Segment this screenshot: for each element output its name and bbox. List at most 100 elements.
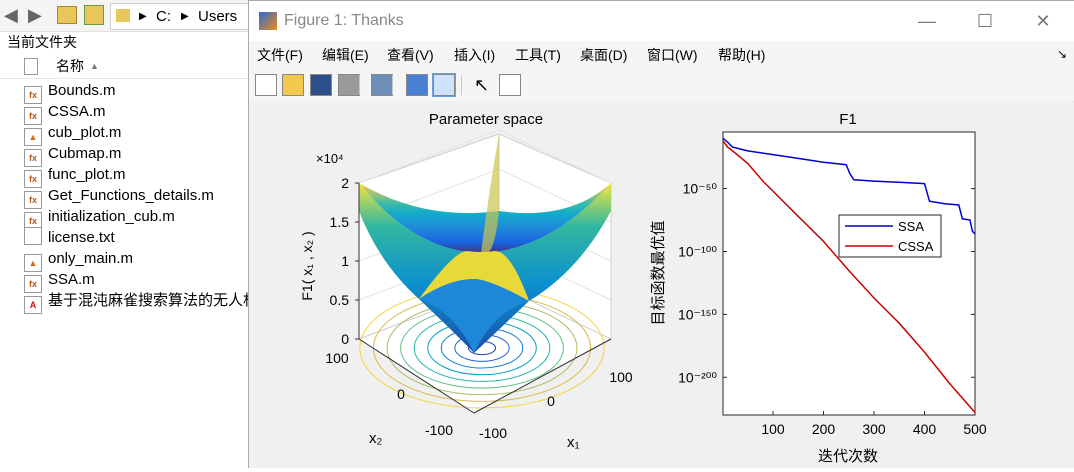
file-list-item[interactable]: fx SSA.m — [24, 269, 95, 293]
open-icon[interactable] — [282, 74, 304, 96]
figure-canvas: Parameter space 0 0.5 1 1.5 2 ×10⁴ F1( x₁ , … — [249, 101, 1073, 467]
x-tick-label: 200 — [812, 421, 836, 437]
x2-axis-label: x₂ — [369, 430, 383, 447]
panel-title: 当前文件夹 — [7, 34, 77, 50]
address-bar[interactable]: ▶ C: ▶ Users — [110, 3, 251, 30]
z-exponent-label: ×10⁴ — [316, 151, 344, 166]
file-list-item[interactable]: fx initialization_cub.m — [24, 206, 175, 230]
z-ticks: 0 0.5 1 1.5 2 — [330, 175, 359, 347]
file-type-column-icon — [24, 58, 38, 75]
file-list-item[interactable]: ▲ cub_plot.m — [24, 122, 121, 146]
convergence-plot: F1 10⁻⁵⁰ 10⁻¹⁰⁰ 10⁻¹⁵⁰ 10⁻²⁰⁰ 100 200 300 400 5… — [650, 111, 987, 465]
pdf-file-icon: A — [24, 296, 42, 314]
file-list-item[interactable]: fx Get_Functions_details.m — [24, 185, 214, 209]
close-icon[interactable]: ✕ — [1015, 1, 1071, 41]
window-title: Figure 1: Thanks — [284, 12, 404, 29]
x2-tick-label: 100 — [325, 350, 349, 366]
link-plot-icon[interactable] — [371, 74, 393, 96]
file-list-item[interactable]: ▲ only_main.m — [24, 248, 133, 272]
current-folder-panel: ◀ ▶ ▶ C: ▶ Users 当前文件夹 名称 ▲ fx Bounds.m fx… — [0, 0, 258, 468]
explorer-toolbar: ◀ ▶ ▶ C: ▶ Users — [0, 0, 251, 32]
path-drive[interactable]: C: — [156, 4, 171, 29]
surface-title: Parameter space — [429, 111, 543, 128]
y-tick-label: 10⁻²⁰⁰ — [678, 369, 717, 385]
plots-svg: Parameter space 0 0.5 1 1.5 2 ×10⁴ F1( x₁ , … — [299, 111, 987, 465]
minimize-icon[interactable]: — — [899, 1, 955, 41]
file-name: SSA.m — [48, 271, 95, 288]
z-axis-label: F1( x₁ , x₂ ) — [299, 231, 315, 300]
legend-label-cssa: CSSA — [898, 239, 934, 254]
line-axes-box — [722, 131, 976, 416]
menu-item[interactable]: 帮助(H) — [718, 41, 765, 69]
z-tick-label: 1.5 — [330, 214, 350, 230]
y-tick-label: 10⁻⁵⁰ — [683, 181, 718, 197]
z-tick-label: 0 — [341, 331, 349, 347]
column-name-label[interactable]: 名称 — [56, 54, 84, 78]
legend-icon[interactable] — [432, 73, 456, 97]
dock-arrow-icon[interactable]: ↘ — [1057, 47, 1067, 61]
surface-plot: Parameter space 0 0.5 1 1.5 2 ×10⁴ F1( x₁ , … — [299, 111, 633, 451]
x1-tick-label: 0 — [547, 393, 555, 409]
menu-item[interactable]: 桌面(D) — [580, 41, 627, 69]
menu-item[interactable]: 文件(F) — [257, 41, 303, 69]
y-tick-label: 10⁻¹⁵⁰ — [678, 306, 717, 322]
z-tick-label: 1 — [341, 253, 349, 269]
file-list-item[interactable]: fx func_plot.m — [24, 164, 126, 188]
y-tick-label: 10⁻¹⁰⁰ — [678, 243, 717, 259]
chevron-right-icon[interactable]: ▶ — [181, 4, 189, 29]
line-title: F1 — [839, 111, 857, 128]
x1-tick-label: -100 — [479, 425, 507, 441]
file-name: 基于混沌麻雀搜索算法的无人机 — [48, 292, 259, 309]
back-arrow-icon[interactable]: ◀ — [4, 0, 18, 31]
sort-ascending-icon[interactable]: ▲ — [90, 54, 99, 78]
z-tick-label: 0.5 — [330, 292, 350, 308]
title-bar: Figure 1: Thanks — ☐ ✕ — [249, 1, 1074, 41]
column-header[interactable]: 名称 ▲ — [0, 54, 250, 79]
x-tick-label: 500 — [963, 421, 987, 437]
toolbar-separator — [461, 75, 462, 95]
path-folder[interactable]: Users — [198, 4, 237, 29]
toolbar-separator — [392, 75, 393, 95]
x-tick-label: 400 — [913, 421, 937, 437]
menu-item[interactable]: 编辑(E) — [322, 41, 369, 69]
chevron-right-icon[interactable]: ▶ — [139, 4, 147, 29]
save-icon[interactable] — [310, 74, 332, 96]
file-list-item[interactable]: fx Cubmap.m — [24, 143, 122, 167]
pointer-icon[interactable]: ↖ — [474, 74, 496, 96]
figure-toolbar: ↖ — [249, 69, 1074, 102]
matlab-logo-icon — [259, 12, 277, 30]
file-list-item[interactable]: fx CSSA.m — [24, 101, 106, 125]
file-list-item[interactable]: A 基于混沌麻雀搜索算法的无人机 — [24, 290, 259, 314]
text-file-icon — [24, 227, 42, 245]
file-list-item[interactable]: license.txt — [24, 227, 115, 248]
menu-item[interactable]: 窗口(W) — [647, 41, 698, 69]
maximize-icon[interactable]: ☐ — [957, 1, 1013, 41]
forward-arrow-icon[interactable]: ▶ — [28, 0, 42, 31]
line-y-axis-label: 目标函数最优值 — [650, 220, 667, 325]
menu-item[interactable]: 工具(T) — [515, 41, 561, 69]
file-list-item[interactable]: fx Bounds.m — [24, 80, 116, 104]
new-figure-icon[interactable] — [255, 74, 277, 96]
menu-bar: 文件(F) 编辑(E) 查看(V) 插入(I) 工具(T) 桌面(D) 窗口(W) 帮助(H) — [249, 41, 1074, 69]
up-folder-icon[interactable] — [57, 6, 77, 24]
browse-folder-icon[interactable] — [84, 5, 104, 25]
file-name: Cubmap.m — [48, 145, 122, 162]
x2-tick-label: -100 — [425, 422, 453, 438]
file-name: CSSA.m — [48, 103, 106, 120]
colorbar-icon[interactable] — [406, 74, 428, 96]
z-tick-label: 2 — [341, 175, 349, 191]
file-name: Bounds.m — [48, 82, 116, 99]
x-tick-label: 300 — [862, 421, 886, 437]
legend[interactable]: SSA CSSA — [838, 214, 942, 258]
file-name: func_plot.m — [48, 166, 126, 183]
menu-item[interactable]: 查看(V) — [387, 41, 434, 69]
x1-axis-label: x₁ — [567, 434, 580, 451]
print-icon[interactable] — [338, 74, 360, 96]
toolbar-separator — [359, 75, 360, 95]
x2-tick-label: 0 — [397, 386, 405, 402]
file-name: license.txt — [48, 229, 115, 246]
menu-item[interactable]: 插入(I) — [454, 41, 495, 69]
legend-label-ssa: SSA — [898, 219, 924, 234]
folder-icon — [116, 9, 130, 22]
property-editor-icon[interactable] — [499, 74, 521, 96]
